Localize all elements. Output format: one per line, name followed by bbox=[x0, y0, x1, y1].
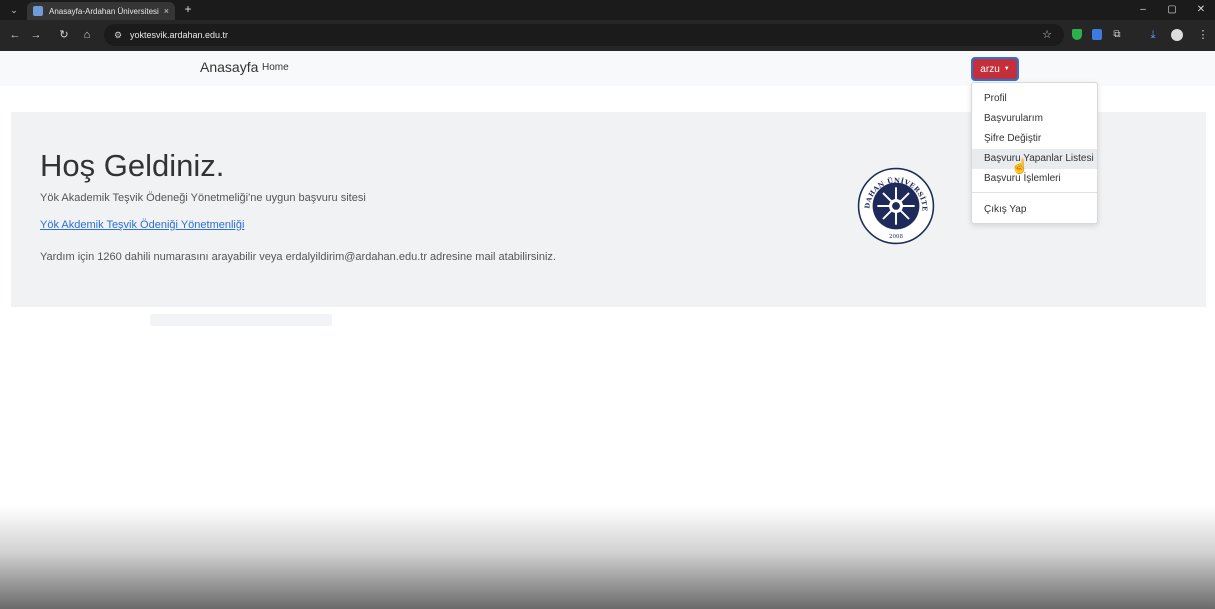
new-tab-button[interactable]: + bbox=[181, 2, 195, 16]
menu-divider bbox=[972, 192, 1097, 193]
extension-icon[interactable] bbox=[1090, 28, 1104, 42]
close-icon[interactable]: ✕ bbox=[1194, 3, 1208, 17]
browser-tab[interactable]: Anasayfa-Ardahan Üniversitesi × bbox=[27, 2, 175, 20]
bottom-shadow-overlay bbox=[0, 506, 1215, 609]
tab-close-icon[interactable]: × bbox=[164, 6, 169, 16]
home-icon[interactable]: ⌂ bbox=[80, 28, 94, 42]
user-dropdown-menu: Profil Başvurularım Şifre Değiştir Başvu… bbox=[971, 82, 1098, 224]
chevron-down-icon[interactable]: ⌄ bbox=[8, 4, 20, 16]
menu-item-cikis-yap[interactable]: Çıkış Yap bbox=[972, 200, 1097, 220]
regulation-link[interactable]: Yök Akdemik Teşvik Ödeniği Yönetmenliği bbox=[40, 219, 244, 231]
minimize-icon[interactable]: – bbox=[1136, 3, 1150, 17]
page-favicon-icon bbox=[33, 6, 43, 16]
site-info-icon[interactable]: ⚙ bbox=[110, 28, 126, 42]
menu-item-basvuru-islemleri[interactable]: Başvuru İşlemleri bbox=[972, 169, 1097, 189]
svg-text:2008: 2008 bbox=[889, 234, 903, 240]
menu-item-profil[interactable]: Profil bbox=[972, 89, 1097, 109]
navbar-brand[interactable]: Anasayfa bbox=[200, 59, 258, 75]
welcome-lead: Yök Akademik Teşvik Ödeneği Yönetmeliği'… bbox=[40, 192, 366, 204]
tab-title: Anasayfa-Ardahan Üniversitesi bbox=[49, 6, 159, 16]
star-icon[interactable]: ☆ bbox=[1042, 28, 1052, 41]
page-title: Hoş Geldiniz. bbox=[40, 148, 225, 183]
caret-down-icon: ▼ bbox=[1003, 66, 1010, 72]
profile-avatar-icon[interactable] bbox=[1170, 28, 1184, 42]
user-dropdown-button[interactable]: arzu ▼ bbox=[971, 57, 1019, 81]
address-url[interactable]: yoktesvik.ardahan.edu.tr bbox=[130, 30, 228, 40]
faded-background-element bbox=[150, 314, 332, 326]
menu-item-basvuru-yapanlar-listesi[interactable]: Başvuru Yapanlar Listesi bbox=[972, 149, 1097, 169]
browser-toolbar: ← → ↻ ⌂ ⚙ yoktesvik.ardahan.edu.tr ☆ ⧉ ⤓… bbox=[0, 20, 1215, 51]
university-seal-logo: ARDAHAN ÜNİVERSİTESİ 2008 bbox=[857, 167, 935, 245]
shield-extension-icon[interactable] bbox=[1070, 28, 1084, 42]
puzzle-icon[interactable]: ⧉ bbox=[1110, 28, 1124, 42]
help-text: Yardım için 1260 dahili numarasını araya… bbox=[40, 251, 556, 263]
restore-icon[interactable]: ▢ bbox=[1165, 3, 1179, 17]
back-arrow-icon[interactable]: ← bbox=[8, 28, 22, 42]
browser-tab-bar: ⌄ Anasayfa-Ardahan Üniversitesi × + – ▢ … bbox=[0, 0, 1215, 20]
hand-pointer-cursor-icon: ☝ bbox=[1011, 158, 1029, 174]
download-icon[interactable]: ⤓ bbox=[1146, 28, 1160, 42]
address-bar[interactable]: ⚙ yoktesvik.ardahan.edu.tr ☆ bbox=[104, 24, 1064, 46]
user-name: arzu bbox=[980, 63, 1000, 75]
nav-home-link[interactable]: Home bbox=[262, 62, 289, 73]
forward-arrow-icon[interactable]: → bbox=[29, 28, 43, 42]
menu-item-basvurularim[interactable]: Başvurularım bbox=[972, 109, 1097, 129]
reload-icon[interactable]: ↻ bbox=[57, 28, 71, 42]
menu-item-sifre-degistir[interactable]: Şifre Değiştir bbox=[972, 129, 1097, 149]
kebab-menu-icon[interactable]: ⋮ bbox=[1196, 28, 1210, 42]
site-navbar: Anasayfa Home arzu ▼ bbox=[0, 51, 1215, 86]
